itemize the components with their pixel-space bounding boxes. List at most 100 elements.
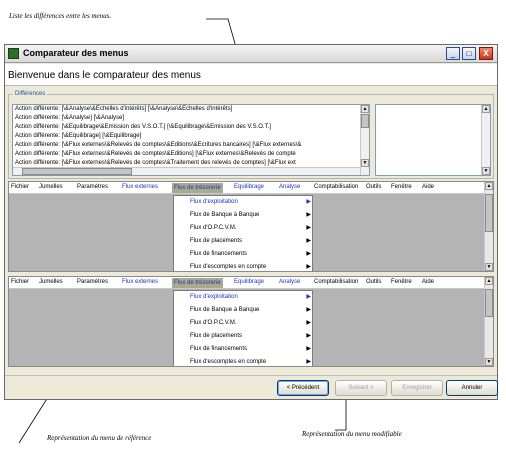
menu-item[interactable]: Flux de trésorerie: [172, 183, 223, 193]
menu-item[interactable]: Flux externes: [122, 184, 158, 190]
dropdown-item[interactable]: Flux de Banque à Banque ▶: [174, 209, 312, 222]
detail-vscroll[interactable]: ▲ ▼: [481, 105, 490, 175]
menu-item[interactable]: Comptabilisation: [314, 279, 358, 285]
dropdown-item-label: Flux d'exploitation: [190, 294, 238, 300]
reference-vscroll[interactable]: ▲ ▼: [484, 182, 493, 271]
dropdown-item[interactable]: Flux d'exploitation ▶: [174, 291, 312, 304]
menu-item[interactable]: Jumelles: [39, 184, 63, 190]
submenu-arrow-icon: ▶: [306, 199, 311, 205]
dropdown-item-label: Flux de Banque à Banque: [190, 212, 260, 218]
reference-menu-panel: Fichier Jumelles Paramètres Flux externes Fl…: [8, 181, 494, 272]
menu-item[interactable]: Aide: [422, 184, 434, 190]
wizard-footer: < Précédent Suivant > Enregistrer Annule…: [5, 375, 498, 399]
title-bar[interactable]: Comparateur des menus _ □ X: [5, 45, 497, 63]
menu-item[interactable]: Fichier: [11, 279, 29, 285]
dropdown-item[interactable]: Flux de financements ▶: [174, 343, 312, 356]
submenu-arrow-icon: ▶: [306, 307, 311, 313]
next-button[interactable]: Suivant >: [335, 380, 387, 396]
menu-item[interactable]: Analyse: [279, 184, 300, 190]
scroll-thumb[interactable]: [361, 114, 369, 128]
menu-item[interactable]: Outils: [366, 184, 381, 190]
difference-row[interactable]: Action différente: [\&Flux externes\&Rel…: [13, 150, 369, 159]
record-button[interactable]: Enregistrer: [391, 380, 443, 396]
close-button[interactable]: X: [479, 47, 493, 60]
submenu-arrow-icon: ▶: [306, 333, 311, 339]
reference-dropdown: Flux d'exploitation ▶ Flux de Banque à Ban…: [173, 195, 313, 271]
submenu-arrow-icon: ▶: [306, 251, 311, 257]
dropdown-item[interactable]: Flux de placements ▶: [174, 330, 312, 343]
dropdown-item[interactable]: Flux d'exploitation ▶: [174, 196, 312, 209]
menu-item[interactable]: Flux de trésorerie: [172, 278, 223, 288]
dropdown-item-label: Flux de financements: [190, 346, 248, 352]
app-icon: [8, 48, 19, 59]
maximize-button[interactable]: □: [462, 47, 476, 60]
menu-item[interactable]: Equilibrage: [234, 279, 264, 285]
dropdown-item-label: Flux d'escomptes en compte: [190, 359, 267, 365]
menu-item[interactable]: Comptabilisation: [314, 184, 358, 190]
scroll-thumb[interactable]: [485, 289, 493, 317]
submenu-arrow-icon: ▶: [306, 294, 311, 300]
dropdown-item[interactable]: Flux d'escomptes en compte ▶: [174, 356, 312, 366]
scroll-up-icon[interactable]: ▲: [482, 105, 490, 113]
menu-item[interactable]: Fichier: [11, 184, 29, 190]
dropdown-item[interactable]: Flux d'O.P.C.V.M. ▶: [174, 317, 312, 330]
dropdown-item[interactable]: Flux d'escomptes en compte ▶: [174, 261, 312, 271]
menu-item[interactable]: Analyse: [279, 279, 300, 285]
menu-item[interactable]: Equilibrage: [234, 184, 264, 190]
scroll-down-icon[interactable]: ▼: [485, 263, 493, 271]
main-window: Comparateur des menus _ □ X Bienvenue da…: [4, 44, 498, 400]
page-title: Bienvenue dans le comparateur des menus: [8, 70, 201, 81]
dropdown-item-label: Flux de placements: [190, 238, 243, 244]
menu-item[interactable]: Paramètres: [77, 279, 108, 285]
submenu-arrow-icon: ▶: [306, 264, 311, 270]
dropdown-item-label: Flux d'O.P.C.V.M.: [190, 225, 237, 231]
difference-row[interactable]: Action différente: [\&Equilibrage\&Emiss…: [13, 123, 369, 132]
submenu-arrow-icon: ▶: [306, 212, 311, 218]
dropdown-item-label: Flux de Banque à Banque: [190, 307, 260, 313]
differences-hscroll[interactable]: [13, 167, 360, 175]
submenu-arrow-icon: ▶: [306, 359, 311, 365]
cancel-button[interactable]: Annuler: [446, 380, 498, 396]
menu-item[interactable]: Aide: [422, 279, 434, 285]
scroll-down-icon[interactable]: ▼: [485, 358, 493, 366]
difference-detail-box[interactable]: ▲ ▼: [375, 104, 491, 176]
minimize-button[interactable]: _: [446, 47, 460, 60]
dropdown-item[interactable]: Flux d'O.P.C.V.M. ▶: [174, 222, 312, 235]
differences-vscroll[interactable]: ▲ ▼: [360, 105, 369, 175]
modifiable-menubar: Fichier Jumelles Paramètres Flux externes Fl…: [9, 277, 486, 289]
scroll-up-icon[interactable]: ▲: [485, 182, 493, 190]
dropdown-item[interactable]: Flux de financements ▶: [174, 248, 312, 261]
menu-item[interactable]: Fenêtre: [391, 279, 412, 285]
page-header: Bienvenue dans le comparateur des menus: [5, 64, 497, 86]
modifiable-vscroll[interactable]: ▲ ▼: [484, 277, 493, 366]
difference-row[interactable]: Action différente: [\&Analyse] [\&Analys…: [13, 114, 369, 123]
dropdown-item-label: Flux d'O.P.C.V.M.: [190, 320, 237, 326]
window-title: Comparateur des menus: [23, 48, 129, 58]
reference-menubar: Fichier Jumelles Paramètres Flux externes Fl…: [9, 182, 486, 194]
modifiable-dropdown: Flux d'exploitation ▶ Flux de Banque à Ban…: [173, 290, 313, 366]
scroll-up-icon[interactable]: ▲: [485, 277, 493, 285]
menu-item[interactable]: Flux externes: [122, 279, 158, 285]
scroll-down-icon[interactable]: ▼: [482, 167, 490, 175]
dropdown-item[interactable]: Flux de Banque à Banque ▶: [174, 304, 312, 317]
menu-item[interactable]: Outils: [366, 279, 381, 285]
differences-legend: Différences: [15, 91, 46, 97]
menu-item[interactable]: Paramètres: [77, 184, 108, 190]
difference-row[interactable]: Action différente: [\&Analyse\&Echelles …: [13, 105, 369, 114]
submenu-arrow-icon: ▶: [306, 225, 311, 231]
submenu-arrow-icon: ▶: [306, 238, 311, 244]
dropdown-item-label: Flux d'escomptes en compte: [190, 264, 267, 270]
dropdown-item-label: Flux de placements: [190, 333, 243, 339]
previous-button[interactable]: < Précédent: [277, 380, 329, 396]
dropdown-item-label: Flux d'exploitation: [190, 199, 238, 205]
menu-item[interactable]: Jumelles: [39, 279, 63, 285]
difference-row[interactable]: Action différente: [\&Equilibrage] [\&Eq…: [13, 132, 369, 141]
dropdown-item[interactable]: Flux de placements ▶: [174, 235, 312, 248]
scroll-down-icon[interactable]: ▼: [361, 159, 369, 167]
hscroll-thumb[interactable]: [22, 168, 132, 175]
menu-item[interactable]: Fenêtre: [391, 184, 412, 190]
scroll-up-icon[interactable]: ▲: [361, 105, 369, 113]
scroll-thumb[interactable]: [485, 194, 493, 232]
differences-list[interactable]: Action différente: [\&Analyse\&Echelles …: [12, 104, 370, 176]
difference-row[interactable]: Action différente: [\&Flux externes\&Rel…: [13, 141, 369, 150]
